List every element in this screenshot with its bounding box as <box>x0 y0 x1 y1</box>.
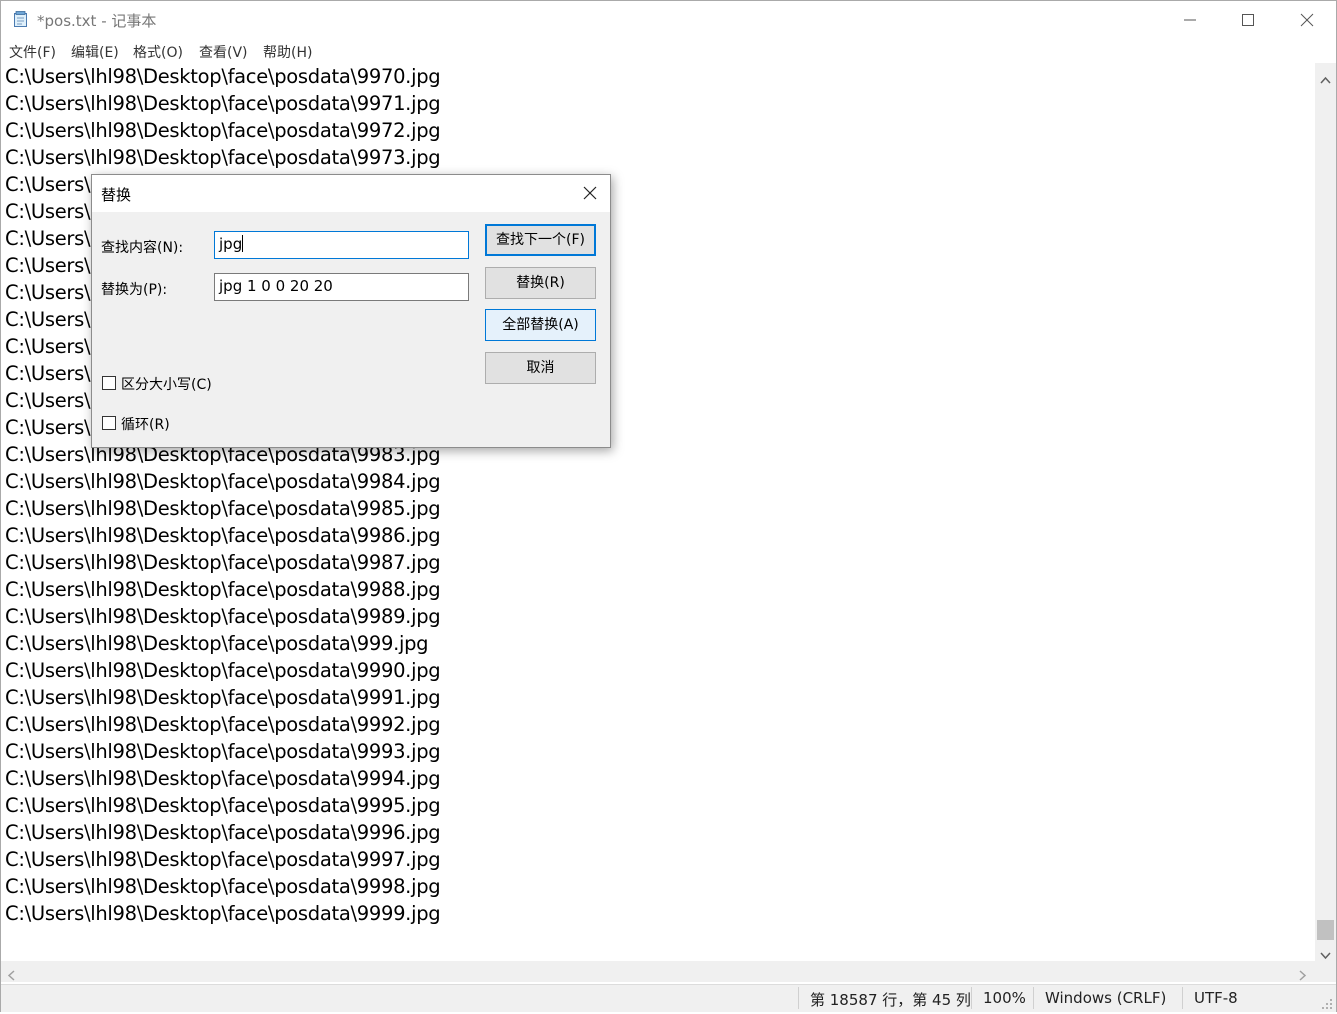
find-what-label: 查找内容(N): <box>101 240 184 256</box>
menu-edit[interactable]: 编辑(E) <box>71 42 119 62</box>
scroll-up-arrow-icon[interactable] <box>1320 69 1331 88</box>
text-line[interactable]: C:\Users\ <box>5 171 91 198</box>
text-line[interactable]: C:\Users\lhl98\Desktop\face\posdata\9973… <box>5 144 441 171</box>
text-line[interactable]: C:\Users\lhl98\Desktop\face\posdata\9984… <box>5 468 441 495</box>
close-icon <box>1300 13 1314 27</box>
vertical-scroll-thumb[interactable] <box>1317 920 1334 940</box>
status-cursor-position: 第 18587 行，第 45 列 <box>810 991 971 1009</box>
text-line[interactable]: C:\Users\ <box>5 414 91 441</box>
text-line[interactable]: C:\Users\ <box>5 279 91 306</box>
menu-file[interactable]: 文件(F) <box>9 42 56 62</box>
text-caret <box>242 235 244 252</box>
menu-help[interactable]: 帮助(H) <box>263 42 312 62</box>
text-line[interactable]: C:\Users\lhl98\Desktop\face\posdata\9988… <box>5 576 441 603</box>
status-bar: 第 18587 行，第 45 列 100% Windows (CRLF) UTF… <box>1 984 1336 1012</box>
text-line[interactable]: C:\Users\lhl98\Desktop\face\posdata\9998… <box>5 873 441 900</box>
wrap-around-checkbox[interactable] <box>102 416 116 430</box>
status-separator <box>1182 987 1183 1009</box>
text-line[interactable]: C:\Users\ <box>5 306 91 333</box>
text-line[interactable]: C:\Users\lhl98\Desktop\face\posdata\9985… <box>5 495 441 522</box>
status-separator <box>798 987 799 1009</box>
maximize-icon <box>1242 14 1254 26</box>
replace-dialog: 替换 查找内容(N): jpg 替换为(P): jpg 1 0 0 20 20 … <box>91 174 611 448</box>
text-line[interactable]: C:\Users\lhl98\Desktop\face\posdata\9971… <box>5 90 441 117</box>
text-line[interactable]: C:\Users\ <box>5 252 91 279</box>
replace-button[interactable]: 替换(R) <box>485 267 596 299</box>
text-line[interactable]: C:\Users\ <box>5 198 91 225</box>
maximize-button[interactable] <box>1219 1 1277 39</box>
scroll-left-arrow-icon[interactable] <box>7 966 15 985</box>
status-line-ending: Windows (CRLF) <box>1045 989 1167 1007</box>
text-line[interactable]: C:\Users\lhl98\Desktop\face\posdata\9990… <box>5 657 441 684</box>
replace-all-button[interactable]: 全部替换(A) <box>485 309 596 341</box>
close-icon <box>583 186 597 200</box>
menu-format[interactable]: 格式(O) <box>133 42 183 62</box>
status-separator <box>971 987 972 1009</box>
find-what-value: jpg <box>219 235 243 253</box>
menu-bar: 文件(F) 编辑(E) 格式(O) 查看(V) 帮助(H) <box>1 39 1336 63</box>
text-line[interactable]: C:\Users\lhl98\Desktop\face\posdata\9997… <box>5 846 441 873</box>
wrap-around-label[interactable]: 循环(R) <box>121 414 170 434</box>
match-case-label[interactable]: 区分大小写(C) <box>121 374 212 394</box>
status-zoom: 100% <box>983 989 1026 1007</box>
resize-grip-icon[interactable] <box>1321 995 1333 1014</box>
scrollbar-corner <box>1315 961 1336 982</box>
text-line[interactable]: C:\Users\lhl98\Desktop\face\posdata\9972… <box>5 117 441 144</box>
minimize-icon <box>1184 19 1196 21</box>
text-line[interactable]: C:\Users\lhl98\Desktop\face\posdata\9994… <box>5 765 441 792</box>
find-next-button[interactable]: 查找下一个(F) <box>485 224 596 256</box>
text-line[interactable]: C:\Users\lhl98\Desktop\face\posdata\9987… <box>5 549 441 576</box>
cancel-button[interactable]: 取消 <box>485 352 596 384</box>
dialog-title-bar[interactable]: 替换 <box>92 175 610 212</box>
dialog-title: 替换 <box>101 186 132 204</box>
scroll-right-arrow-icon[interactable] <box>1299 966 1307 985</box>
text-line[interactable]: C:\Users\lhl98\Desktop\face\posdata\9992… <box>5 711 441 738</box>
match-case-checkbox[interactable] <box>102 376 116 390</box>
title-bar[interactable]: *pos.txt - 记事本 <box>1 1 1336 39</box>
text-line[interactable]: C:\Users\lhl98\Desktop\face\posdata\9986… <box>5 522 441 549</box>
text-line[interactable]: C:\Users\lhl98\Desktop\face\posdata\9996… <box>5 819 441 846</box>
replace-with-value: jpg 1 0 0 20 20 <box>219 277 333 295</box>
find-what-input[interactable]: jpg <box>214 231 469 259</box>
menu-view[interactable]: 查看(V) <box>199 42 248 62</box>
close-button[interactable] <box>1278 1 1336 39</box>
notepad-window: *pos.txt - 记事本 文件(F) 编辑(E) 格式(O) 查看(V) 帮… <box>0 0 1337 1012</box>
text-line[interactable]: C:\Users\ <box>5 387 91 414</box>
horizontal-scrollbar[interactable] <box>1 961 1315 982</box>
text-line[interactable]: C:\Users\lhl98\Desktop\face\posdata\9999… <box>5 900 441 927</box>
text-line[interactable]: C:\Users\lhl98\Desktop\face\posdata\9970… <box>5 63 441 90</box>
window-title: *pos.txt - 记事本 <box>37 12 157 30</box>
text-line[interactable]: C:\Users\lhl98\Desktop\face\posdata\9993… <box>5 738 441 765</box>
status-separator <box>1033 987 1034 1009</box>
vertical-scrollbar[interactable] <box>1315 63 1336 961</box>
text-line[interactable]: C:\Users\lhl98\Desktop\face\posdata\9991… <box>5 684 441 711</box>
notepad-icon <box>13 11 29 28</box>
dialog-close-button[interactable] <box>570 175 610 212</box>
replace-with-label: 替换为(P): <box>101 282 168 298</box>
text-line[interactable]: C:\Users\ <box>5 333 91 360</box>
replace-with-input[interactable]: jpg 1 0 0 20 20 <box>214 273 469 301</box>
text-line[interactable]: C:\Users\lhl98\Desktop\face\posdata\9989… <box>5 603 441 630</box>
text-line[interactable]: C:\Users\lhl98\Desktop\face\posdata\9995… <box>5 792 441 819</box>
text-line[interactable]: C:\Users\ <box>5 360 91 387</box>
text-line[interactable]: C:\Users\ <box>5 225 91 252</box>
status-encoding: UTF-8 <box>1194 989 1238 1007</box>
text-line[interactable]: C:\Users\lhl98\Desktop\face\posdata\999.… <box>5 630 429 657</box>
minimize-button[interactable] <box>1161 1 1219 39</box>
